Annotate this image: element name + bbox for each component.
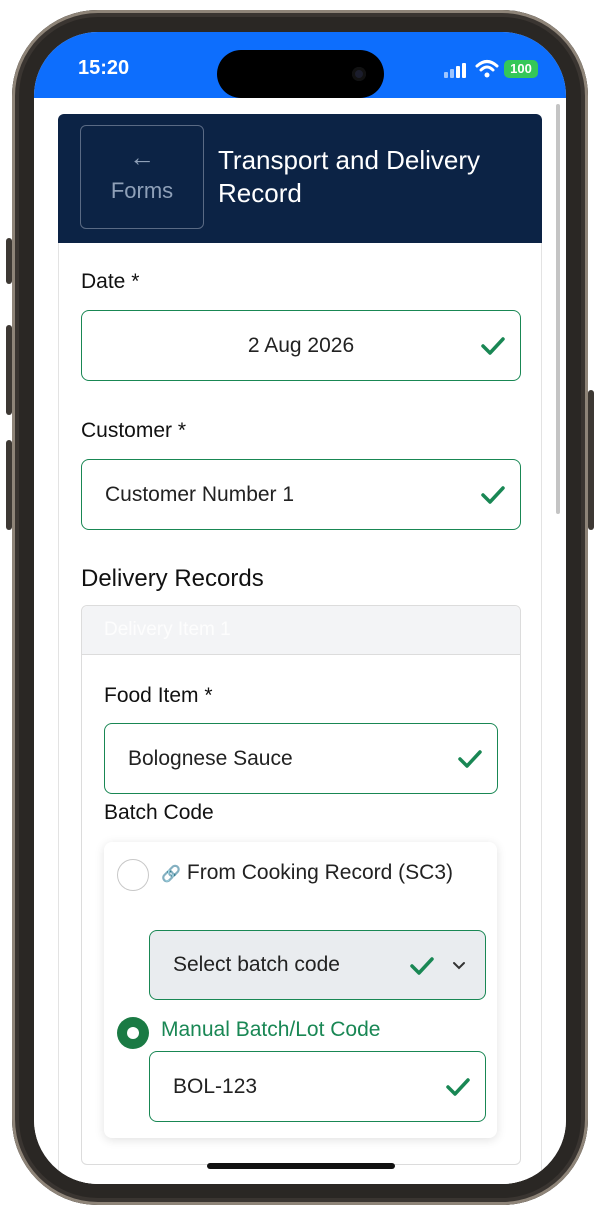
action-button <box>6 238 12 284</box>
wifi-icon <box>475 60 499 78</box>
chevron-down-icon <box>453 962 465 970</box>
food-item-value: Bolognese Sauce <box>128 746 293 770</box>
customer-field[interactable]: Customer Number 1 <box>81 459 521 530</box>
date-field[interactable]: 2 Aug 2026 <box>81 310 521 381</box>
delivery-item-title: Delivery Item 1 <box>104 619 231 640</box>
delivery-item-header[interactable]: Delivery Item 1 <box>82 606 520 655</box>
volume-down-button <box>6 440 12 530</box>
link-icon: 🔗 <box>161 866 181 883</box>
valid-check-icon <box>481 336 505 355</box>
page-title: Transport and Delivery Record <box>218 145 481 208</box>
form-body: Date * 2 Aug 2026 Customer * Customer Nu… <box>58 243 542 1184</box>
customer-label: Customer * <box>81 419 187 442</box>
power-button <box>588 390 594 530</box>
manual-code-input[interactable]: BOL-123 <box>149 1051 486 1122</box>
batch-code-options: 🔗 From Cooking Record (SC3) Select batch … <box>104 842 497 1138</box>
valid-check-icon <box>410 957 434 975</box>
valid-check-icon <box>446 1077 470 1096</box>
radio-manual-code[interactable] <box>117 1017 149 1049</box>
food-item-field[interactable]: Bolognese Sauce <box>104 723 498 794</box>
manual-code-value: BOL-123 <box>173 1074 258 1098</box>
back-arrow-icon: ← <box>129 142 155 172</box>
back-button-label: Forms <box>110 178 174 203</box>
date-label: Date * <box>81 270 140 293</box>
valid-check-icon <box>481 485 505 504</box>
back-to-forms-button[interactable]: ← Forms <box>80 125 204 229</box>
dynamic-island <box>217 50 384 98</box>
phone-screen: 15:20 100 ← Forms Transport and Delivery… <box>34 32 566 1184</box>
status-time: 15:20 <box>78 57 130 79</box>
battery-indicator: 100 <box>504 60 538 78</box>
food-item-label: Food Item * <box>104 684 213 707</box>
delivery-records-title: Delivery Records <box>81 565 264 592</box>
radio-cooking-record[interactable] <box>117 859 149 891</box>
batch-code-select[interactable]: Select batch code <box>149 930 486 1000</box>
page-content[interactable]: ← Forms Transport and Delivery Record Da… <box>34 98 566 1184</box>
delivery-item-card: Delivery Item 1 Food Item * Bolognese Sa… <box>81 605 521 1165</box>
date-value: 2 Aug 2026 <box>247 333 355 357</box>
status-bar: 15:20 100 <box>34 32 566 98</box>
batch-select-placeholder: Select batch code <box>173 953 340 976</box>
manual-code-option-label[interactable]: Manual Batch/Lot Code <box>161 1018 380 1042</box>
scrollbar[interactable] <box>556 104 560 514</box>
camera-icon <box>352 67 366 81</box>
cooking-record-option-label: From Cooking Record (SC3) <box>186 861 454 884</box>
volume-up-button <box>6 325 12 415</box>
batch-code-label: Batch Code <box>104 801 214 824</box>
form-header: ← Forms Transport and Delivery Record <box>58 114 542 243</box>
customer-value: Customer Number 1 <box>105 482 295 506</box>
signal-icon <box>444 62 470 78</box>
cooking-record-option[interactable]: 🔗 From Cooking Record (SC3) <box>161 855 461 892</box>
home-indicator[interactable] <box>207 1163 395 1169</box>
valid-check-icon <box>458 749 482 768</box>
